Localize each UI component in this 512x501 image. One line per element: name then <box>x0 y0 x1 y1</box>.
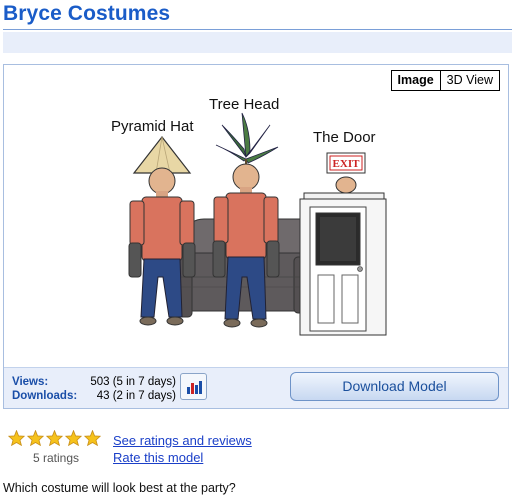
ratings-count: 5 ratings <box>33 451 80 465</box>
page-title: Bryce Costumes <box>3 2 171 25</box>
view-mode-toggle: Image 3D View <box>390 70 500 91</box>
download-model-button[interactable]: Download Model <box>290 372 499 401</box>
views-value: 503 (5 in 7 days) <box>90 376 176 388</box>
tab-3d-view[interactable]: 3D View <box>441 71 499 90</box>
tab-image[interactable]: Image <box>392 71 441 90</box>
star-icon <box>84 430 101 446</box>
views-label: Views: <box>12 376 49 388</box>
star-icon <box>46 430 63 446</box>
model-panel: EXIT Pyramid Hat Tree Head The Door Imag… <box>3 64 509 409</box>
downloads-label: Downloads: <box>12 390 78 402</box>
label-tree-head: Tree Head <box>209 96 280 113</box>
star-icon <box>8 430 25 446</box>
title-subbar <box>3 32 512 53</box>
door-costume <box>299 152 387 336</box>
exit-sign-text: EXIT <box>333 158 361 170</box>
star-icon <box>65 430 82 446</box>
model-description: Which costume will look best at the part… <box>3 481 236 495</box>
star-rating[interactable] <box>8 430 101 446</box>
stats-chart-button[interactable] <box>180 373 207 400</box>
see-ratings-link[interactable]: See ratings and reviews <box>113 433 252 448</box>
model-image-viewer[interactable]: EXIT Pyramid Hat Tree Head The Door Imag… <box>4 65 508 367</box>
rate-model-link[interactable]: Rate this model <box>113 450 203 465</box>
star-icon <box>27 430 44 446</box>
bar-chart-icon <box>187 381 202 394</box>
title-divider <box>3 29 512 30</box>
label-the-door: The Door <box>313 129 376 146</box>
downloads-value: 43 (2 in 7 days) <box>96 390 176 402</box>
label-pyramid-hat: Pyramid Hat <box>111 118 194 135</box>
